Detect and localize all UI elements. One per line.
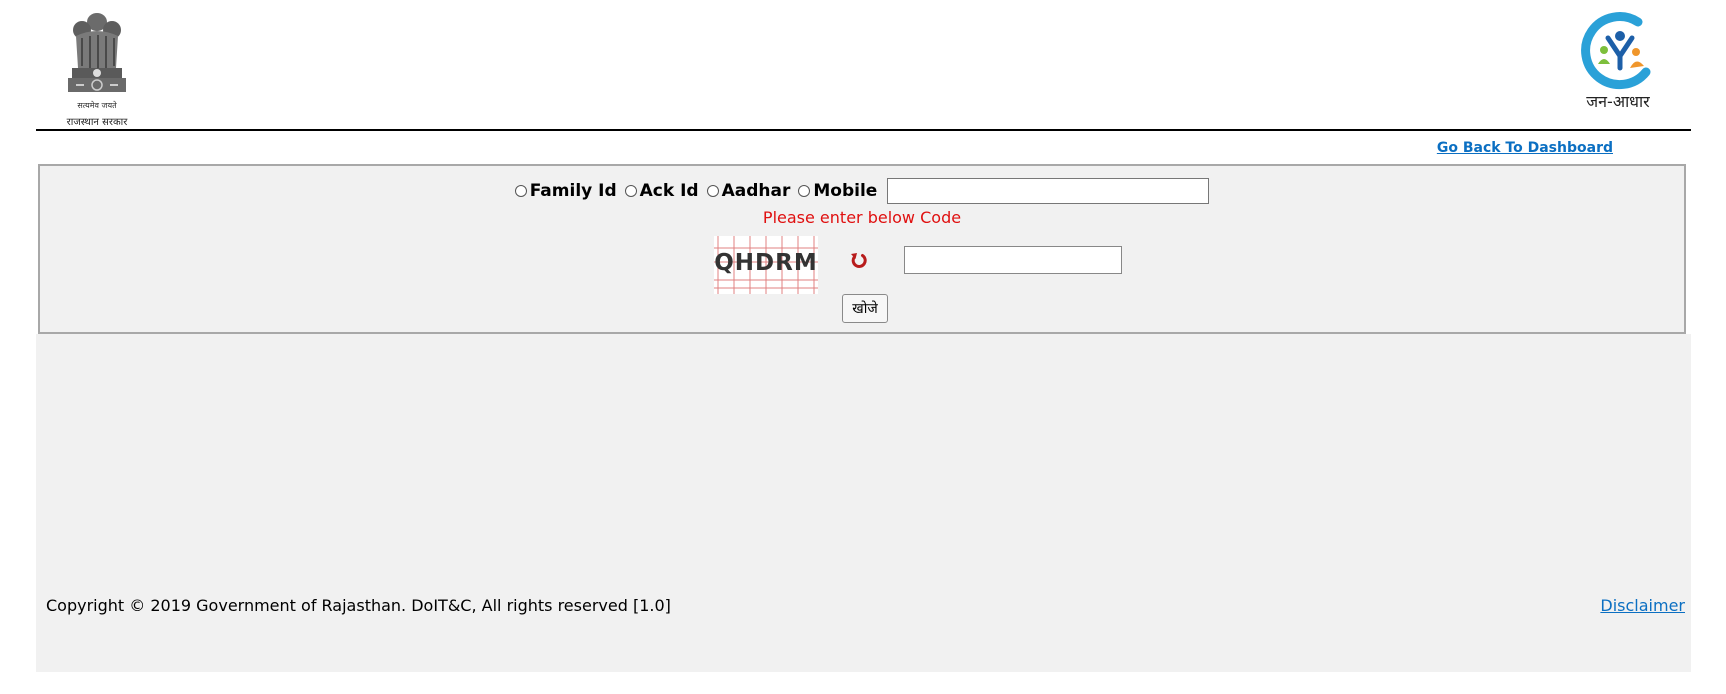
radio-label: Aadhar — [721, 181, 791, 201]
radio-family-id[interactable]: Family Id — [514, 181, 617, 201]
disclaimer-link[interactable]: Disclaimer — [1600, 596, 1685, 615]
page-header: सत्यमेव जयते राजस्थान सरकार जन-आधार — [0, 0, 1726, 131]
captcha-image: QHDRM — [714, 236, 818, 294]
radio-label: Ack Id — [639, 181, 699, 201]
state-emblem-icon: सत्यमेव जयते राजस्थान सरकार — [52, 8, 142, 128]
radio-mobile[interactable]: Mobile — [798, 181, 877, 201]
go-back-dashboard-link[interactable]: Go Back To Dashboard — [1437, 140, 1613, 156]
radio-button[interactable] — [624, 185, 637, 197]
header-divider — [36, 129, 1691, 131]
search-type-row: Family Id Ack Id Aadhar Mobile — [40, 176, 1684, 206]
radio-button[interactable] — [706, 185, 719, 197]
radio-ack-id[interactable]: Ack Id — [624, 181, 699, 201]
captcha-prompt: Please enter below Code — [762, 208, 962, 227]
search-button[interactable]: खोजे — [842, 294, 888, 323]
jan-aadhaar-logo: जन-आधार — [1568, 12, 1668, 117]
radio-button[interactable] — [514, 185, 527, 197]
copyright-text: Copyright © 2019 Government of Rajasthan… — [46, 596, 671, 615]
emblem-motto: सत्यमेव जयते — [77, 101, 117, 110]
id-search-input[interactable] — [887, 178, 1210, 204]
captcha-row: QHDRM — [40, 234, 1684, 296]
captcha-text: QHDRM — [714, 250, 818, 276]
radio-button[interactable] — [798, 185, 811, 197]
radio-aadhar[interactable]: Aadhar — [706, 181, 791, 201]
radio-label: Mobile — [813, 181, 878, 201]
jan-aadhaar-logo-icon — [1581, 12, 1651, 90]
emblem-name: राजस्थान सरकार — [66, 117, 128, 128]
search-panel: Family Id Ack Id Aadhar Mobile Please en… — [38, 164, 1686, 334]
logo-text: जन-आधार — [1586, 92, 1650, 111]
content-area: Copyright © 2019 Government of Rajasthan… — [36, 334, 1691, 672]
radio-label: Family Id — [529, 181, 617, 201]
captcha-input[interactable] — [904, 246, 1122, 274]
refresh-icon[interactable] — [849, 250, 869, 270]
